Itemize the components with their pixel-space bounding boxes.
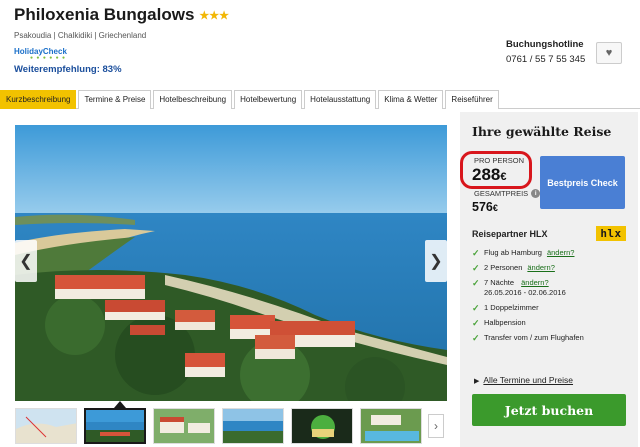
total-price: 576€ <box>472 200 498 214</box>
favorite-button[interactable]: ♥ <box>596 42 622 64</box>
hotline-label: Buchungshotline <box>506 39 584 50</box>
feature-room-text: 1 Doppelzimmer <box>484 303 539 312</box>
checkmark-icon: ✓ <box>472 263 480 273</box>
chevron-left-icon: ❮ <box>19 253 33 270</box>
travel-partner: Reisepartner HLX <box>472 229 548 239</box>
feature-nights-text: 7 Nächte <box>484 278 515 287</box>
per-person-currency: € <box>500 171 507 183</box>
thumbnail-pool[interactable] <box>360 408 422 444</box>
feature-persons: ✓ 2 Personen ändern? <box>472 263 632 273</box>
recommendation-rate: Weiterempfehlung: 83% <box>14 64 122 75</box>
thumbnails-next-button[interactable]: › <box>428 414 444 438</box>
change-persons-link[interactable]: ändern? <box>527 263 555 273</box>
total-amount: 576 <box>472 200 493 214</box>
chevron-right-icon: ❯ <box>429 253 443 270</box>
hotel-name: Philoxenia Bungalows <box>14 5 195 24</box>
holidaycheck-logo: HolidayCheck ● ● ● ● ● ● <box>14 47 67 61</box>
tab-termine-preise[interactable]: Termine & Preise <box>78 90 152 109</box>
triangle-right-icon: ▶ <box>474 378 480 385</box>
thumbnail-strip <box>15 408 422 444</box>
panel-title: Ihre gewählte Reise <box>472 124 612 139</box>
all-dates-text[interactable]: Alle Termine und Preise <box>483 375 573 385</box>
thumbnail-map[interactable] <box>15 408 77 444</box>
main-hotel-photo <box>15 125 447 401</box>
total-price-label: GESAMTPREIS i <box>474 189 541 198</box>
holidaycheck-rating-dots-icon: ● ● ● ● ● ● <box>30 55 67 61</box>
tab-hotelbewertung[interactable]: Hotelbewertung <box>234 90 303 109</box>
chevron-right-icon: › <box>434 419 438 433</box>
checkmark-icon: ✓ <box>472 333 480 343</box>
checkmark-icon: ✓ <box>472 303 480 313</box>
gallery-next-button[interactable]: ❯ <box>425 240 447 282</box>
per-person-price: 288€ <box>472 165 507 185</box>
hlx-logo: hlx <box>596 226 626 241</box>
feature-nights-block: 7 Nächte ändern? 26.05.2016 - 02.06.2016 <box>484 278 566 298</box>
checkmark-icon: ✓ <box>472 318 480 328</box>
info-icon[interactable]: i <box>531 189 541 198</box>
thumbnail-coast[interactable] <box>222 408 284 444</box>
travel-dates: 26.05.2016 - 02.06.2016 <box>484 288 566 297</box>
tab-kurzbeschreibung[interactable]: Kurzbeschreibung <box>0 90 77 109</box>
book-now-button[interactable]: Jetzt buchen <box>472 394 626 426</box>
per-person-label: PRO PERSON <box>474 156 525 165</box>
tab-hotelbeschreibung[interactable]: Hotelbeschreibung <box>153 90 233 109</box>
hotline-number[interactable]: 0761 / 55 7 55 345 <box>506 54 585 65</box>
gallery-prev-button[interactable]: ❮ <box>15 240 37 282</box>
trip-features: ✓ Flug ab Hamburg ändern? ✓ 2 Personen ä… <box>472 248 632 348</box>
thumbnail-bungalows[interactable] <box>153 408 215 444</box>
hotel-title: Philoxenia Bungalows ★★★ <box>14 5 229 25</box>
total-label-text: GESAMTPREIS <box>474 189 529 198</box>
booking-hotline: Buchungshotline 0761 / 55 7 55 345 <box>506 39 585 65</box>
booking-panel: Ihre gewählte Reise PRO PERSON 288€ GESA… <box>460 112 638 447</box>
feature-flight-text: Flug ab Hamburg <box>484 248 542 257</box>
feature-transfer-text: Transfer vom / zum Flughafen <box>484 333 584 342</box>
hotel-location: Psakoudia | Chalkidiki | Griechenland <box>14 31 147 40</box>
feature-room: ✓ 1 Doppelzimmer <box>472 303 632 313</box>
thumbnail-pointer-icon <box>114 401 126 408</box>
per-person-amount: 288 <box>472 165 501 184</box>
thumbnail-aerial[interactable] <box>84 408 146 444</box>
feature-board: ✓ Halbpension <box>472 318 632 328</box>
all-dates-link[interactable]: ▶ Alle Termine und Preise <box>474 375 573 385</box>
feature-board-text: Halbpension <box>484 318 526 327</box>
star-rating-icon: ★★★ <box>199 9 230 22</box>
change-flight-link[interactable]: ändern? <box>547 248 575 258</box>
tab-reisefuehrer[interactable]: Reiseführer <box>445 90 499 109</box>
thumbnail-night[interactable] <box>291 408 353 444</box>
feature-nights: ✓ 7 Nächte ändern? 26.05.2016 - 02.06.20… <box>472 278 632 298</box>
tab-klima-wetter[interactable]: Klima & Wetter <box>378 90 444 109</box>
checkmark-icon: ✓ <box>472 248 480 258</box>
total-currency: € <box>492 203 498 213</box>
feature-flight: ✓ Flug ab Hamburg ändern? <box>472 248 632 258</box>
checkmark-icon: ✓ <box>472 278 480 288</box>
bestpreis-check-button[interactable]: Bestpreis Check <box>540 156 625 209</box>
feature-transfer: ✓ Transfer vom / zum Flughafen <box>472 333 632 343</box>
feature-persons-text: 2 Personen <box>484 263 523 272</box>
hotel-tabs: Kurzbeschreibung Termine & Preise Hotelb… <box>0 90 640 109</box>
change-nights-link[interactable]: ändern? <box>521 278 549 287</box>
tab-hotelausstattung[interactable]: Hotelausstattung <box>304 90 377 109</box>
heart-icon: ♥ <box>605 47 613 59</box>
